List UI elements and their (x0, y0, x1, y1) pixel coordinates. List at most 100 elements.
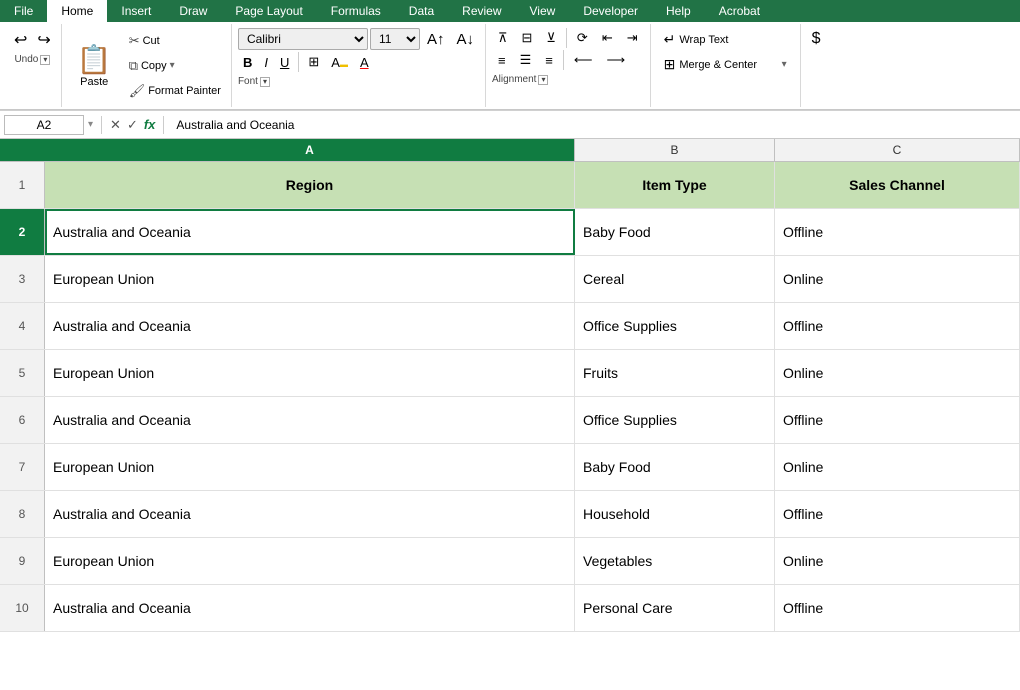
merge-dropdown-icon[interactable]: ▾ (782, 59, 787, 70)
table-row: 2 Australia and Oceania Baby Food Offlin… (0, 209, 1020, 256)
tab-review[interactable]: Review (448, 0, 515, 22)
font-size-select[interactable]: 11 (370, 28, 420, 50)
cell-reference-input[interactable]: A2 (4, 115, 84, 135)
align-left-button[interactable]: ≡ (492, 51, 512, 70)
text-direction-button[interactable]: ⟳ (571, 28, 594, 48)
fill-color-button[interactable]: A▬ (326, 53, 353, 72)
formula-input[interactable] (172, 116, 1016, 134)
col-header-a[interactable]: A (45, 139, 575, 161)
cell-c1[interactable]: Sales Channel (775, 162, 1020, 208)
cell-c10[interactable]: Offline (775, 585, 1020, 631)
undo-label: Undo (14, 54, 38, 65)
indent-decrease-button[interactable]: ⇤ (596, 28, 619, 48)
confirm-icon[interactable]: ✓ (127, 117, 138, 133)
cell-b4[interactable]: Office Supplies (575, 303, 775, 349)
cell-a1[interactable]: Region (45, 162, 575, 208)
tab-draw[interactable]: Draw (165, 0, 221, 22)
cell-c4[interactable]: Offline (775, 303, 1020, 349)
tab-page-layout[interactable]: Page Layout (221, 0, 316, 22)
cell-b2[interactable]: Baby Food (575, 209, 775, 255)
currency-button[interactable]: $ (807, 28, 826, 50)
cell-a4[interactable]: Australia and Oceania (45, 303, 575, 349)
cell-b9[interactable]: Vegetables (575, 538, 775, 584)
increase-font-button[interactable]: A↑ (422, 29, 450, 50)
cut-label: Cut (143, 35, 160, 47)
cut-button[interactable]: ✂ Cut (125, 31, 225, 51)
tab-view[interactable]: View (516, 0, 570, 22)
paste-button[interactable]: 📋 Paste (68, 28, 121, 103)
cell-a10[interactable]: Australia and Oceania (45, 585, 575, 631)
align-right-button[interactable]: ≡ (539, 51, 559, 70)
formula-bar: A2 ▾ ✕ ✓ fx (0, 111, 1020, 139)
tab-formulas[interactable]: Formulas (317, 0, 395, 22)
tab-insert[interactable]: Insert (107, 0, 165, 22)
table-row: 5 European Union Fruits Online (0, 350, 1020, 397)
tab-file[interactable]: File (0, 0, 47, 22)
align-top-button[interactable]: ⊼ (492, 28, 514, 48)
alignment-expand-icon[interactable]: ▾ (538, 75, 548, 85)
underline-button[interactable]: U (275, 53, 294, 72)
cell-b3[interactable]: Cereal (575, 256, 775, 302)
redo-button[interactable]: ↪ (33, 28, 54, 52)
cell-a9[interactable]: European Union (45, 538, 575, 584)
cut-icon: ✂ (129, 33, 140, 49)
tab-help[interactable]: Help (652, 0, 705, 22)
cell-b8[interactable]: Household (575, 491, 775, 537)
cell-b7[interactable]: Baby Food (575, 444, 775, 490)
wrap-text-button[interactable]: ↵ Wrap Text (657, 28, 794, 51)
copy-dropdown-icon[interactable]: ▾ (170, 60, 175, 71)
alignment-group-label: Alignment (492, 74, 536, 85)
tab-home[interactable]: Home (47, 0, 107, 22)
merge-center-label: Merge & Center (679, 59, 757, 71)
merge-center-icon: ⊞ (664, 56, 676, 73)
font-color-button[interactable]: A (355, 53, 374, 72)
indent-increase-button[interactable]: ⇥ (621, 28, 644, 48)
cancel-icon[interactable]: ✕ (110, 117, 121, 133)
tab-developer[interactable]: Developer (569, 0, 652, 22)
undo-button[interactable]: ↩ (10, 28, 31, 52)
cell-a5[interactable]: European Union (45, 350, 575, 396)
cell-c9[interactable]: Online (775, 538, 1020, 584)
format-painter-button[interactable]: 🖌 Format Painter (125, 81, 225, 101)
align-center-button[interactable]: ☰ (514, 50, 538, 70)
font-name-select[interactable]: Calibri (238, 28, 368, 50)
cell-b10[interactable]: Personal Care (575, 585, 775, 631)
tab-data[interactable]: Data (395, 0, 448, 22)
align-bottom-button[interactable]: ⊻ (540, 28, 562, 48)
cell-b5[interactable]: Fruits (575, 350, 775, 396)
rtl-button[interactable]: ⟵ (568, 50, 599, 70)
cell-a7[interactable]: European Union (45, 444, 575, 490)
ltr-button[interactable]: ⟶ (600, 50, 631, 70)
bold-button[interactable]: B (238, 53, 257, 72)
copy-icon: ⧉ (129, 58, 138, 74)
font-expand-icon[interactable]: ▾ (260, 77, 270, 87)
align-middle-button[interactable]: ⊟ (516, 28, 539, 48)
cell-ref-dropdown-icon[interactable]: ▾ (88, 119, 93, 130)
copy-button[interactable]: ⧉ Copy ▾ (125, 56, 225, 76)
cell-a8[interactable]: Australia and Oceania (45, 491, 575, 537)
cell-a6[interactable]: Australia and Oceania (45, 397, 575, 443)
col-header-b[interactable]: B (575, 139, 775, 161)
cell-c6[interactable]: Offline (775, 397, 1020, 443)
cell-c5[interactable]: Online (775, 350, 1020, 396)
cell-c2[interactable]: Offline (775, 209, 1020, 255)
col-header-c[interactable]: C (775, 139, 1020, 161)
cell-a2[interactable]: Australia and Oceania (45, 209, 575, 255)
function-icon[interactable]: fx (144, 117, 156, 132)
cell-a3[interactable]: European Union (45, 256, 575, 302)
decrease-font-button[interactable]: A↓ (451, 29, 479, 50)
select-all-button[interactable] (0, 139, 45, 161)
cell-c8[interactable]: Offline (775, 491, 1020, 537)
undo-expand-icon[interactable]: ▾ (40, 55, 50, 65)
cell-b1[interactable]: Item Type (575, 162, 775, 208)
wrap-merge-group: ↵ Wrap Text ⊞ Merge & Center ▾ (651, 24, 801, 107)
merge-center-button[interactable]: ⊞ Merge & Center ▾ (657, 53, 794, 76)
row-num-7: 7 (0, 444, 45, 490)
cell-c7[interactable]: Online (775, 444, 1020, 490)
cell-c3[interactable]: Online (775, 256, 1020, 302)
borders-button[interactable]: ⊞ (303, 52, 324, 72)
cell-b6[interactable]: Office Supplies (575, 397, 775, 443)
paste-label: Paste (80, 76, 108, 88)
tab-acrobat[interactable]: Acrobat (705, 0, 774, 22)
italic-button[interactable]: I (259, 53, 273, 72)
